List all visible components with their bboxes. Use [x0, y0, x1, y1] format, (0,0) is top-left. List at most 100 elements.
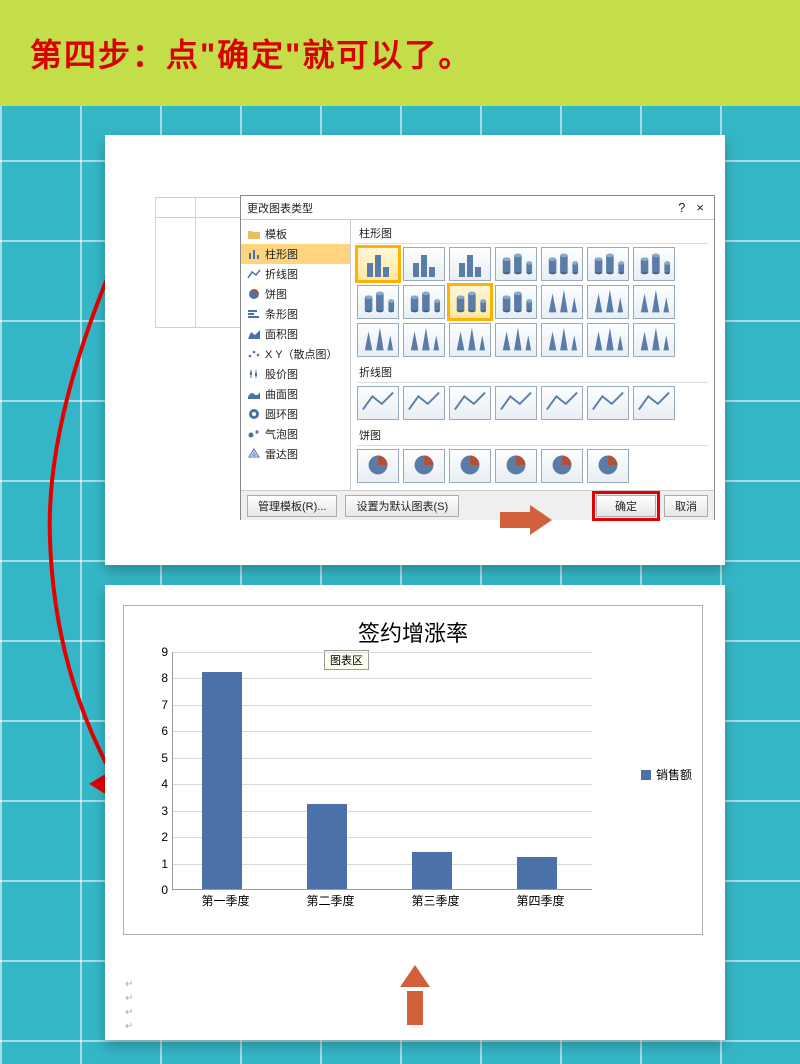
y-tick: 4 [161, 777, 168, 791]
category-area[interactable]: 面积图 [241, 324, 350, 344]
chart-thumb[interactable] [633, 285, 675, 319]
bar-icon [247, 248, 261, 260]
chart-category-list: 模板柱形图折线图饼图条形图面积图X Y（散点图）股价图曲面图圆环图气泡图雷达图 [241, 220, 351, 490]
category-surface[interactable]: 曲面图 [241, 384, 350, 404]
chart-thumb[interactable] [633, 247, 675, 281]
chart-thumb[interactable] [403, 285, 445, 319]
chart-thumb[interactable] [587, 323, 629, 357]
dialog-title: 更改图表类型 [247, 200, 313, 216]
x-label: 第三季度 [396, 892, 476, 909]
category-pie[interactable]: 饼图 [241, 284, 350, 304]
chart-thumb[interactable] [449, 285, 491, 319]
chart-thumb[interactable] [357, 449, 399, 483]
bar-chart: 签约增涨率 图表区 0123456789 第一季度第二季度第三季度第四季度 销售… [123, 605, 703, 935]
change-chart-type-dialog: 更改图表类型 ? × 模板柱形图折线图饼图条形图面积图X Y（散点图）股价图曲面… [240, 195, 715, 520]
bar [412, 852, 452, 889]
step-title: 第四步：点"确定"就可以了。 [30, 30, 472, 76]
chart-thumb[interactable] [357, 247, 399, 281]
x-label: 第二季度 [291, 892, 371, 909]
line-icon [247, 268, 261, 280]
stock-icon [247, 368, 261, 380]
category-bar[interactable]: 柱形图 [241, 244, 350, 264]
cancel-button[interactable]: 取消 [664, 495, 708, 517]
chart-thumb[interactable] [403, 386, 445, 420]
chart-thumb[interactable] [449, 323, 491, 357]
category-bubble[interactable]: 气泡图 [241, 424, 350, 444]
chart-thumb[interactable] [633, 386, 675, 420]
chart-thumb[interactable] [449, 449, 491, 483]
donut-icon [247, 408, 261, 420]
step-header: 第四步：点"确定"就可以了。 [0, 0, 800, 106]
section-line: 折线图 [357, 361, 708, 383]
section-pie: 饼图 [357, 424, 708, 446]
chart-thumb[interactable] [541, 386, 583, 420]
radar-icon [247, 448, 261, 460]
folder-icon [247, 228, 261, 240]
chart-thumb[interactable] [495, 386, 537, 420]
category-stock[interactable]: 股价图 [241, 364, 350, 384]
chart-thumb[interactable] [495, 323, 537, 357]
category-line[interactable]: 折线图 [241, 264, 350, 284]
chart-thumb[interactable] [357, 323, 399, 357]
section-column: 柱形图 [357, 222, 708, 244]
chart-thumb[interactable] [541, 323, 583, 357]
bar [307, 804, 347, 889]
chart-thumb[interactable] [449, 386, 491, 420]
pie-icon [247, 288, 261, 300]
dialog-footer: 管理模板(R)... 设置为默认图表(S) 确定 取消 [241, 490, 714, 520]
category-donut[interactable]: 圆环图 [241, 404, 350, 424]
x-label: 第一季度 [186, 892, 266, 909]
y-axis: 0123456789 [142, 652, 172, 912]
chart-thumb[interactable] [587, 449, 629, 483]
bar [202, 672, 242, 889]
category-hbar[interactable]: 条形图 [241, 304, 350, 324]
category-radar[interactable]: 雷达图 [241, 444, 350, 464]
chart-thumb[interactable] [403, 323, 445, 357]
hbar-icon [247, 308, 261, 320]
arrow-to-ok [500, 505, 560, 535]
chart-thumb[interactable] [495, 285, 537, 319]
screenshot-chart-panel: 签约增涨率 图表区 0123456789 第一季度第二季度第三季度第四季度 销售… [105, 585, 725, 1040]
bubble-icon [247, 428, 261, 440]
y-tick: 3 [161, 804, 168, 818]
chart-thumb[interactable] [449, 247, 491, 281]
chart-thumb[interactable] [587, 285, 629, 319]
category-scatter[interactable]: X Y（散点图） [241, 344, 350, 364]
chart-thumb[interactable] [587, 386, 629, 420]
y-tick: 8 [161, 671, 168, 685]
set-default-chart-button[interactable]: 设置为默认图表(S) [345, 495, 459, 517]
chart-thumb[interactable] [403, 449, 445, 483]
dialog-help-button[interactable]: ? [674, 200, 689, 215]
legend-swatch [641, 770, 651, 780]
legend-label: 销售额 [656, 766, 692, 783]
dialog-titlebar: 更改图表类型 ? × [241, 196, 714, 220]
y-tick: 9 [161, 645, 168, 659]
ok-button[interactable]: 确定 [596, 495, 656, 517]
chart-thumb[interactable] [541, 449, 583, 483]
category-folder[interactable]: 模板 [241, 224, 350, 244]
y-tick: 6 [161, 724, 168, 738]
y-tick: 1 [161, 857, 168, 871]
plot-area: 第一季度第二季度第三季度第四季度 [172, 652, 592, 890]
doc-paragraph-marks: ↵↵↵↵ [125, 978, 133, 1034]
chart-thumb[interactable] [357, 386, 399, 420]
chart-thumb[interactable] [495, 449, 537, 483]
x-label: 第四季度 [501, 892, 581, 909]
y-tick: 0 [161, 883, 168, 897]
y-tick: 7 [161, 698, 168, 712]
arrow-to-chart [400, 965, 430, 1025]
chart-thumb[interactable] [633, 323, 675, 357]
chart-thumb[interactable] [403, 247, 445, 281]
chart-thumbnails-pane: 柱形图 折线图 饼图 [351, 220, 714, 490]
chart-thumb[interactable] [357, 285, 399, 319]
chart-thumb[interactable] [541, 247, 583, 281]
chart-thumb[interactable] [587, 247, 629, 281]
chart-thumb[interactable] [495, 247, 537, 281]
dialog-close-button[interactable]: × [692, 200, 708, 215]
chart-thumb[interactable] [541, 285, 583, 319]
surface-icon [247, 388, 261, 400]
chart-title: 签约增涨率 [124, 606, 702, 652]
area-icon [247, 328, 261, 340]
y-tick: 2 [161, 830, 168, 844]
manage-templates-button[interactable]: 管理模板(R)... [247, 495, 337, 517]
